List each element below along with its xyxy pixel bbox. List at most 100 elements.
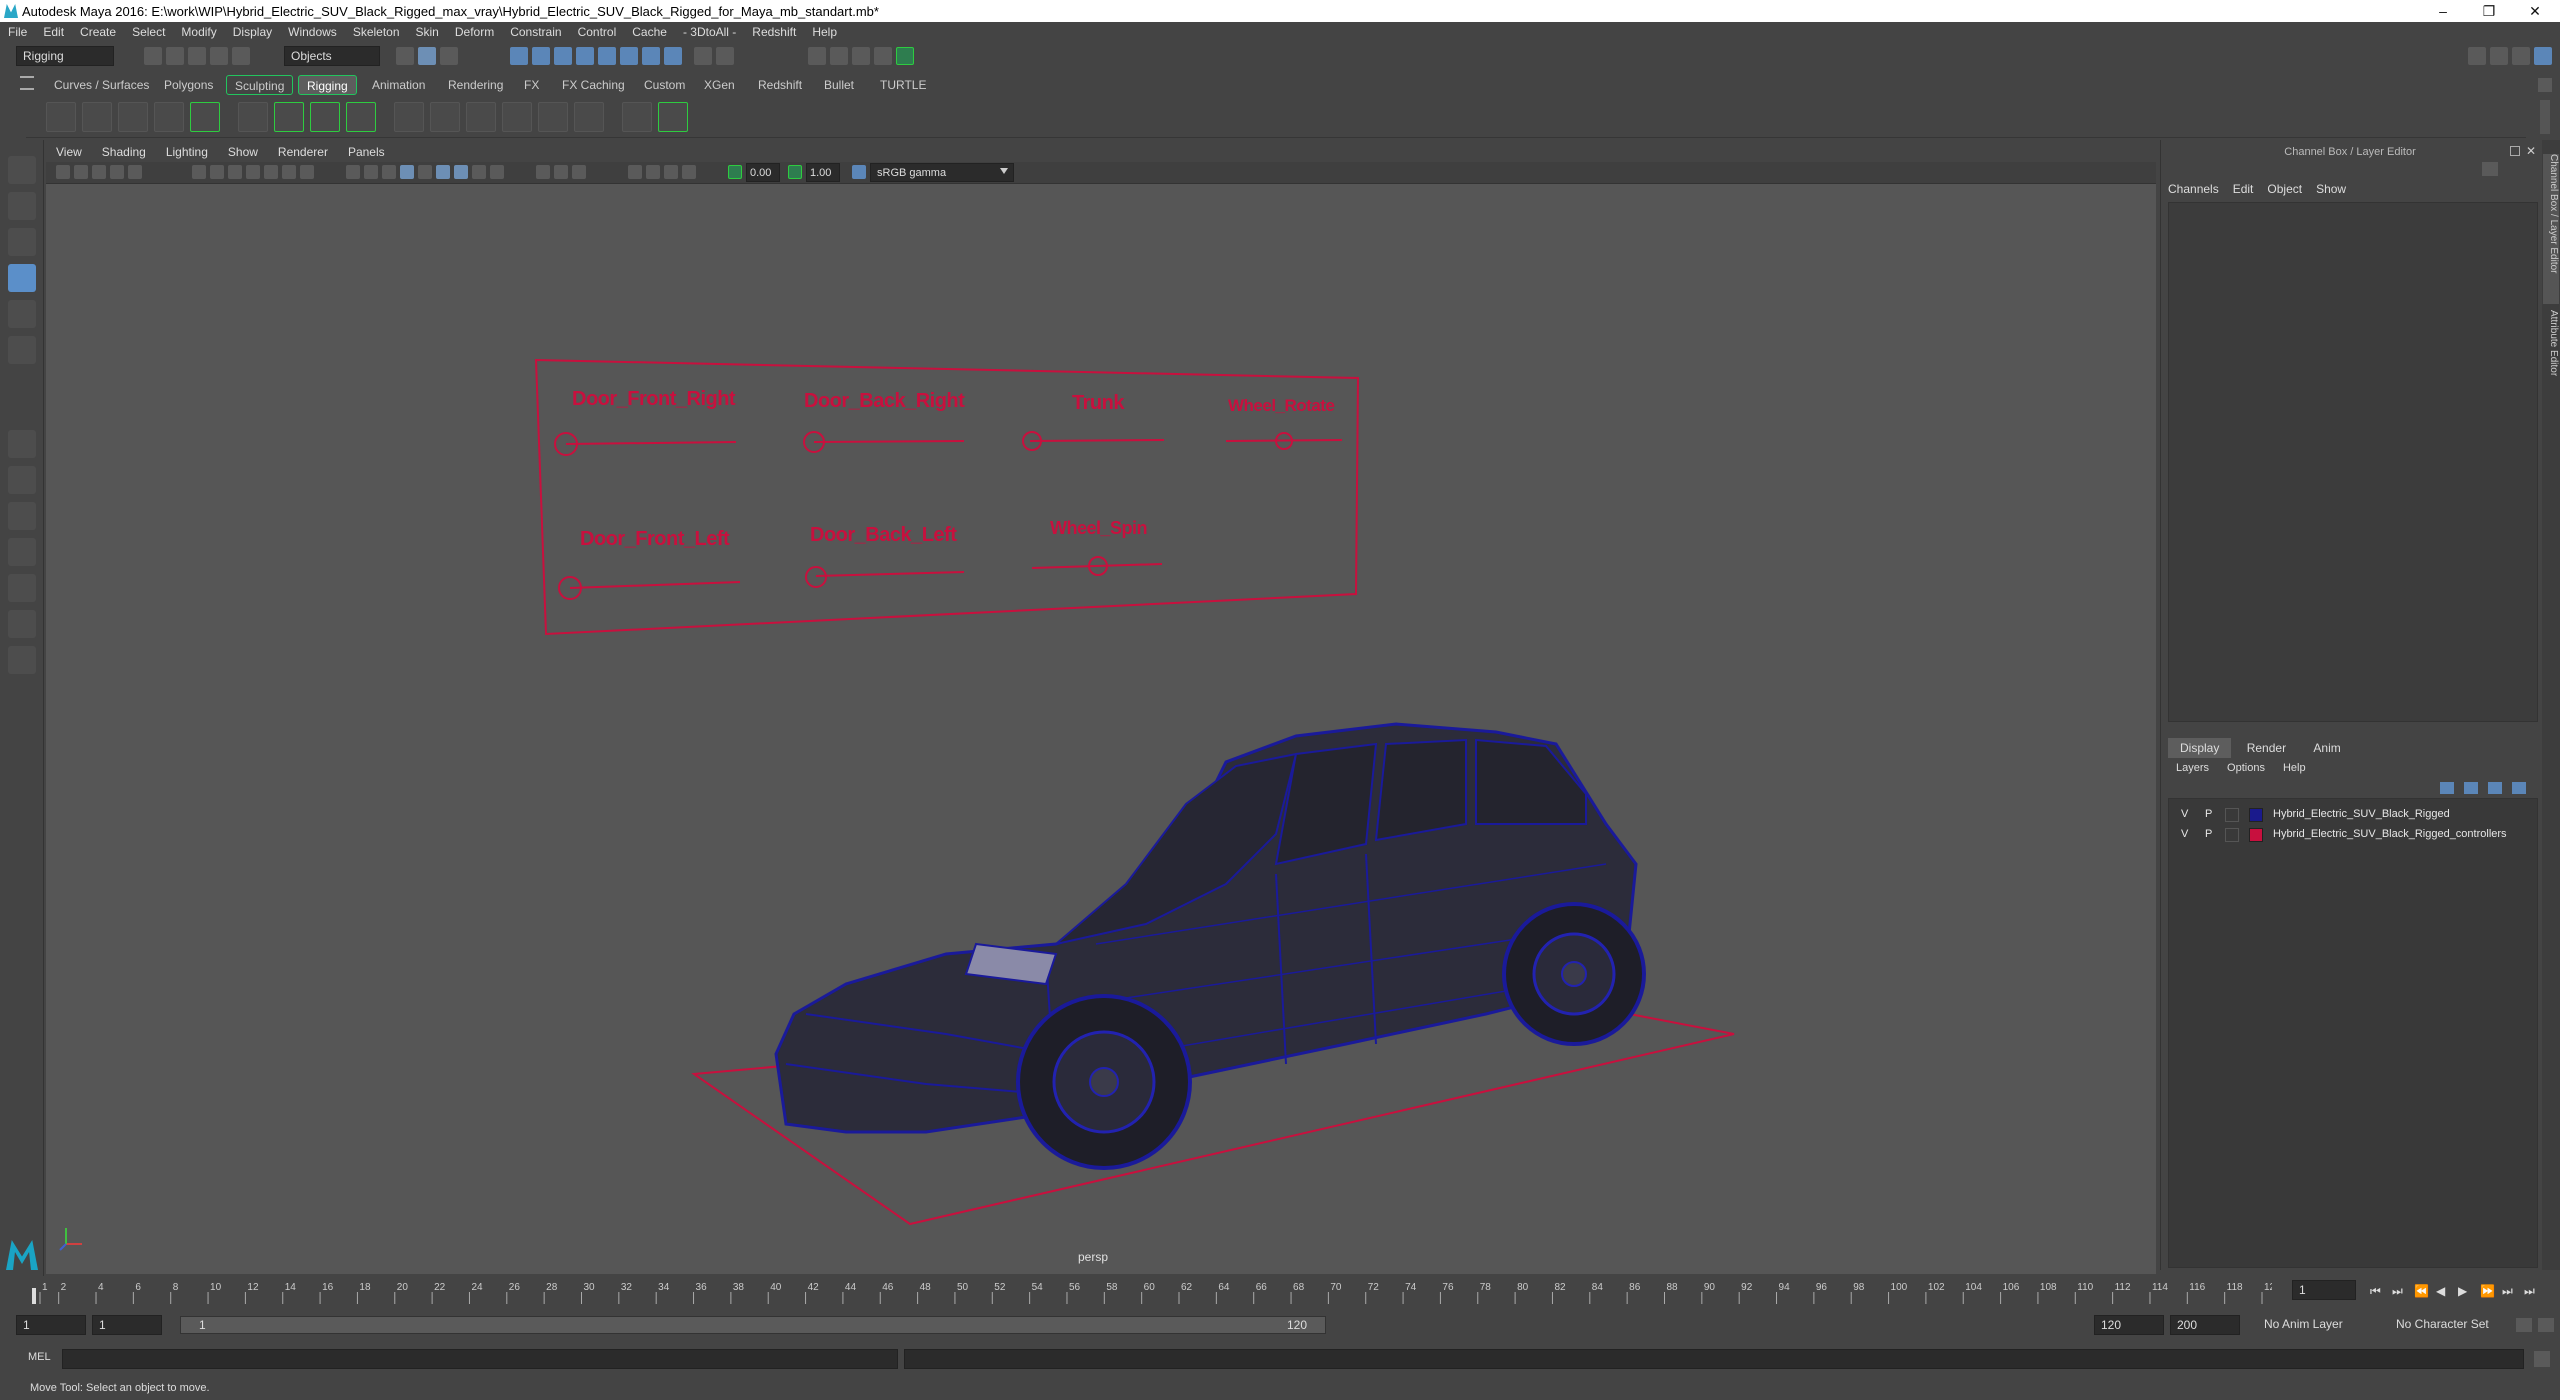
camera-attributes-icon[interactable]	[74, 165, 88, 179]
layer-visibility-toggle[interactable]: V	[2181, 828, 2188, 840]
layer-row[interactable]: V P Hybrid_Electric_SUV_Black_Rigged	[2169, 805, 2537, 825]
quick-rig-icon[interactable]	[190, 102, 220, 132]
menu-create[interactable]: Create	[72, 22, 124, 42]
wireframe-icon[interactable]	[346, 165, 360, 179]
default-material-icon[interactable]	[382, 165, 396, 179]
paint-weights-icon[interactable]	[658, 102, 688, 132]
layer-color-swatch[interactable]	[2249, 828, 2263, 842]
wireframe-on-shaded-icon[interactable]	[400, 165, 414, 179]
shelf-tab-bullet[interactable]: Bullet	[816, 75, 862, 95]
select-tool-icon[interactable]	[8, 156, 36, 184]
render-current-icon[interactable]	[808, 47, 826, 65]
menu-skeleton[interactable]: Skeleton	[345, 22, 408, 42]
viewport-menu-renderer[interactable]: Renderer	[268, 142, 338, 162]
step-forward-frame-icon[interactable]: ⏩	[2480, 1284, 2495, 1298]
scale-constraint-icon[interactable]	[538, 102, 568, 132]
step-back-frame-icon[interactable]: ⏪	[2414, 1284, 2429, 1298]
start-time-field[interactable]: 1	[16, 1315, 86, 1335]
menu-file[interactable]: File	[0, 22, 35, 42]
channel-box-toggle-icon[interactable]	[2534, 47, 2552, 65]
side-tab-attribute-editor[interactable]: Attribute Editor	[2543, 310, 2559, 410]
color-space-dropdown[interactable]: sRGB gamma	[870, 163, 1014, 182]
layer-tab-render[interactable]: Render	[2235, 738, 2298, 758]
play-forward-icon[interactable]: ▶	[2458, 1284, 2467, 1298]
ipr-render-icon[interactable]	[852, 47, 870, 65]
channel-box-options-icon[interactable]	[2482, 162, 2498, 176]
menu-deform[interactable]: Deform	[447, 22, 502, 42]
grease-pencil-icon[interactable]	[128, 165, 142, 179]
new-empty-layer-icon[interactable]	[2488, 782, 2502, 794]
point-constraint-icon[interactable]	[466, 102, 496, 132]
motion-blur-icon[interactable]	[536, 165, 550, 179]
channel-box-menu-object[interactable]: Object	[2267, 182, 2302, 196]
layer-tab-anim[interactable]: Anim	[2301, 738, 2352, 758]
shelf-tab-curves-surfaces[interactable]: Curves / Surfaces	[46, 75, 157, 95]
layer-tab-display[interactable]: Display	[2168, 738, 2232, 758]
color-management-icon[interactable]	[852, 165, 866, 179]
menu-redshift[interactable]: Redshift	[744, 22, 804, 42]
menu-3dtoall[interactable]: - 3DtoAll -	[675, 22, 744, 42]
script-editor-icon[interactable]	[2534, 1351, 2550, 1367]
gamma-icon[interactable]	[788, 165, 802, 179]
xray-joints-icon[interactable]	[646, 165, 660, 179]
select-by-object-icon[interactable]	[418, 47, 436, 65]
menu-control[interactable]: Control	[570, 22, 625, 42]
shelf-settings-icon[interactable]	[2538, 78, 2552, 92]
film-gate-icon[interactable]	[210, 165, 224, 179]
menu-windows[interactable]: Windows	[280, 22, 345, 42]
snap-vertex-icon[interactable]	[664, 47, 682, 65]
resolution-gate-icon[interactable]	[228, 165, 242, 179]
viewport-menu-lighting[interactable]: Lighting	[156, 142, 218, 162]
snap-surface-icon[interactable]	[598, 47, 616, 65]
end-time-field[interactable]: 200	[2170, 1315, 2240, 1335]
xray-active-icon[interactable]	[664, 165, 678, 179]
menu-constrain[interactable]: Constrain	[502, 22, 569, 42]
minimize-button[interactable]: –	[2420, 0, 2466, 22]
range-slider[interactable]: 1 120	[180, 1316, 1326, 1334]
anti-aliasing-icon[interactable]	[554, 165, 568, 179]
move-layer-up-icon[interactable]	[2440, 782, 2454, 794]
shelf-tab-turtle[interactable]: TURTLE	[872, 75, 934, 95]
four-view-layout-icon[interactable]	[8, 466, 36, 494]
layer-display-type[interactable]	[2225, 828, 2239, 842]
channel-box-menu-show[interactable]: Show	[2316, 182, 2346, 196]
viewport-persp[interactable]: Door_Front_Right Door_Back_Right Trunk W…	[46, 184, 2156, 1274]
joint-tool-icon[interactable]	[46, 102, 76, 132]
animation-preferences-icon[interactable]	[2538, 1318, 2554, 1332]
select-by-component-icon[interactable]	[440, 47, 458, 65]
shadows-icon[interactable]	[472, 165, 486, 179]
exposure-field[interactable]: 0.00	[746, 163, 780, 182]
step-back-key-icon[interactable]: ⏭	[2392, 1284, 2403, 1299]
viewport-menu-view[interactable]: View	[46, 142, 92, 162]
ik-handle-icon[interactable]	[82, 102, 112, 132]
layer-menu-layers[interactable]: Layers	[2176, 762, 2209, 774]
hypershade-icon[interactable]	[896, 47, 914, 65]
command-input[interactable]	[62, 1349, 898, 1369]
move-tool-icon[interactable]	[8, 264, 36, 292]
render-settings-icon[interactable]	[874, 47, 892, 65]
paint-select-tool-icon[interactable]	[8, 228, 36, 256]
lasso-tool-icon[interactable]	[8, 192, 36, 220]
layer-playback-toggle[interactable]: P	[2205, 828, 2212, 840]
lock-icon[interactable]	[694, 47, 712, 65]
scale-tool-icon[interactable]	[8, 336, 36, 364]
new-scene-icon[interactable]	[144, 47, 162, 65]
redo-icon[interactable]	[232, 47, 250, 65]
viewport-menu-panels[interactable]: Panels	[338, 142, 395, 162]
playback-start-field[interactable]: 1	[92, 1315, 162, 1335]
shelf-scroll-arrows[interactable]	[2540, 100, 2550, 134]
select-camera-icon[interactable]	[56, 165, 70, 179]
menu-display[interactable]: Display	[225, 22, 280, 42]
ik-spline-icon[interactable]	[118, 102, 148, 132]
menu-modify[interactable]: Modify	[173, 22, 224, 42]
current-frame-field[interactable]: 1	[2292, 1280, 2356, 1300]
safe-title-icon[interactable]	[300, 165, 314, 179]
wire-deformer-icon[interactable]	[346, 102, 376, 132]
select-by-hierarchy-icon[interactable]	[396, 47, 414, 65]
grid-toggle-icon[interactable]	[192, 165, 206, 179]
shelf-tab-rigging[interactable]: Rigging	[298, 75, 357, 95]
shelf-tab-fx[interactable]: FX	[516, 75, 547, 95]
open-scene-icon[interactable]	[166, 47, 184, 65]
locator-icon[interactable]	[394, 102, 424, 132]
layout-options-icon[interactable]	[8, 646, 36, 674]
